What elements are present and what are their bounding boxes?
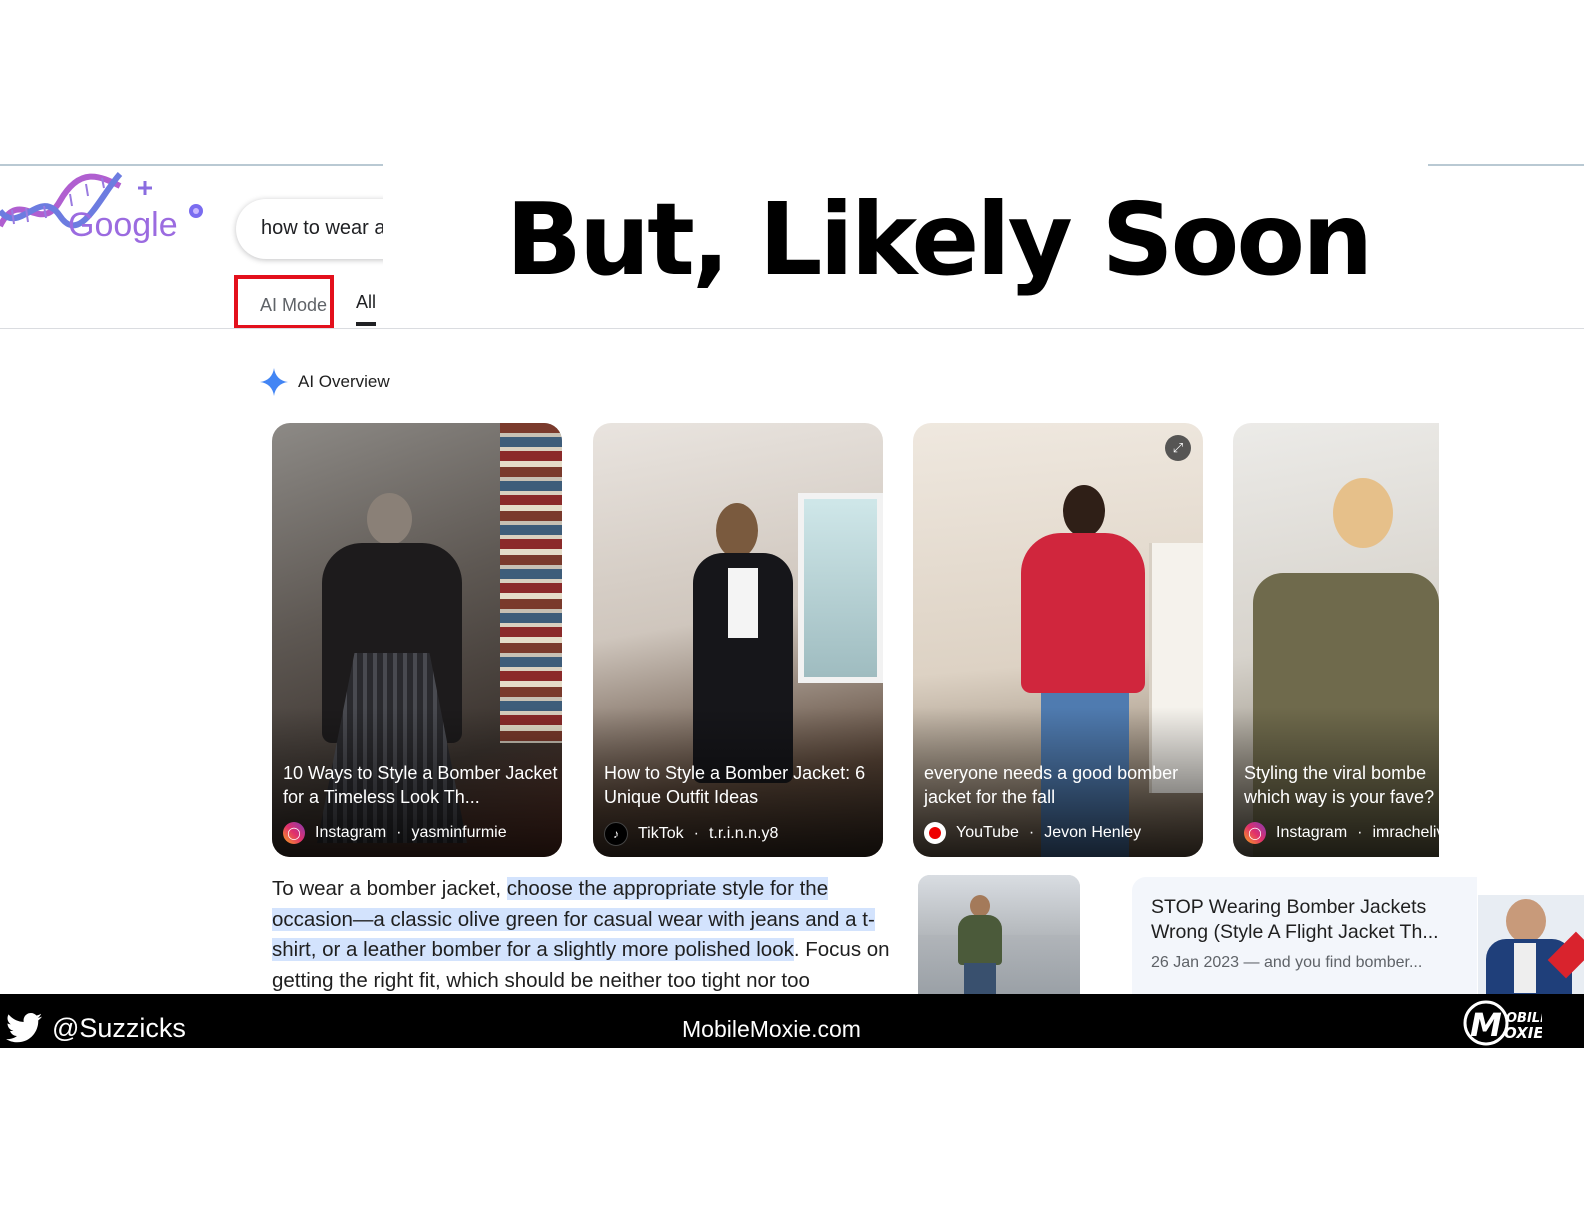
- result-thumbnail[interactable]: [1478, 895, 1584, 995]
- twitter-handle: @Suzzicks: [52, 1013, 186, 1043]
- person-head: [367, 493, 412, 545]
- twitter-bird-icon: [6, 1013, 42, 1043]
- person-head: [1063, 485, 1105, 537]
- window-image: [798, 493, 883, 683]
- video-source-name: Instagram: [1276, 824, 1348, 841]
- video-title: Styling the viral bombe which way is you…: [1244, 763, 1435, 807]
- white-top-image: [728, 568, 758, 638]
- tiktok-icon: ♪: [604, 822, 628, 846]
- tab-ai-mode-label: AI Mode: [260, 295, 328, 315]
- video-source-author: yasminfurmie: [411, 824, 507, 841]
- video-source-author: t.r.i.n.n.y8: [708, 825, 779, 842]
- tab-all-underline: [356, 322, 376, 326]
- video-source-author: Jevon Henley: [1044, 824, 1142, 841]
- ai-overview-header: AI Overview: [260, 368, 390, 396]
- expand-icon[interactable]: ⤢: [1165, 435, 1191, 461]
- youtube-icon: [924, 822, 946, 844]
- video-card[interactable]: How to Style a Bomber Jacket: 6 Unique O…: [593, 423, 883, 857]
- olive-bomber-jacket-image: [958, 915, 1002, 965]
- red-sweater-image: [1021, 533, 1145, 693]
- video-source-name: YouTube: [956, 824, 1019, 841]
- person-head: [1333, 478, 1393, 548]
- slide-title: But, Likely Soon: [505, 181, 1374, 298]
- tab-ai-mode[interactable]: AI Mode: [234, 275, 334, 329]
- tab-all[interactable]: All: [356, 292, 376, 313]
- result-meta: 26 Jan 2023 — and you find bomber...: [1151, 954, 1423, 971]
- video-title: 10 Ways to Style a Bomber Jacket for a T…: [283, 763, 558, 807]
- instagram-icon: ◯: [283, 822, 305, 844]
- result-thumbnail[interactable]: [918, 875, 1080, 995]
- bookshelf-image: [500, 423, 562, 743]
- logo-text-bottom: OXIE: [1504, 1024, 1542, 1042]
- google-logo-text: Google: [68, 206, 178, 244]
- instagram-icon: ◯: [1244, 822, 1266, 844]
- tabs-divider: [0, 328, 1584, 329]
- person-head: [716, 503, 758, 558]
- header-divider-right: [1428, 164, 1584, 166]
- search-query-text: how to wear a: [261, 217, 386, 239]
- video-source: ◯ Instagram · imracheliv: [1244, 822, 1439, 844]
- video-source: YouTube · Jevon Henley: [924, 822, 1141, 844]
- video-source-name: Instagram: [315, 824, 387, 841]
- video-card[interactable]: Styling the viral bombe which way is you…: [1233, 423, 1439, 857]
- video-title: everyone needs a good bomber jacket for …: [924, 763, 1179, 807]
- source-result-card[interactable]: STOP Wearing Bomber Jackets Wrong (Style…: [1132, 877, 1477, 995]
- video-source-name: TikTok: [638, 825, 684, 842]
- ai-overview-text: To wear a bomber jacket, choose the appr…: [272, 877, 890, 992]
- ai-overview-label: AI Overview: [298, 372, 390, 391]
- video-source: ♪ TikTok · t.r.i.n.n.y8: [604, 822, 778, 846]
- video-title: How to Style a Bomber Jacket: 6 Unique O…: [604, 763, 866, 807]
- video-source: ◯ Instagram · yasminfurmie: [283, 822, 507, 844]
- search-input[interactable]: how to wear a: [236, 199, 396, 259]
- video-card[interactable]: ⤢ everyone needs a good bomber jacket fo…: [913, 423, 1203, 857]
- video-card[interactable]: 10 Ways to Style a Bomber Jacket for a T…: [272, 423, 562, 857]
- mobilemoxie-logo: M OBILE OXIE: [1463, 1000, 1542, 1046]
- site-url: MobileMoxie.com: [682, 1016, 861, 1042]
- person-head: [970, 895, 990, 917]
- video-source-author: imracheliv: [1372, 824, 1439, 841]
- result-title: STOP Wearing Bomber Jackets Wrong (Style…: [1151, 896, 1439, 943]
- google-doodle-logo[interactable]: Google: [0, 166, 210, 256]
- gemini-spark-icon: [260, 368, 288, 396]
- svg-text:M: M: [1470, 1006, 1502, 1044]
